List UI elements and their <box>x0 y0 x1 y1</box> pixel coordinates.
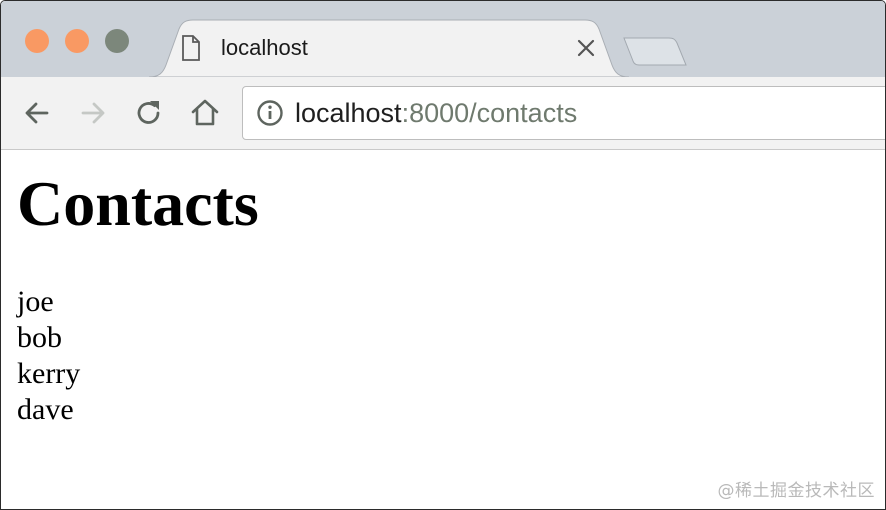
page-content: Contacts joe bob kerry dave @稀土掘金技术社区 <box>1 150 885 509</box>
contact-item: kerry <box>17 357 81 390</box>
page-title: Contacts <box>17 168 259 239</box>
contact-item: joe <box>17 285 54 318</box>
contact-item: bob <box>17 321 62 354</box>
window-minimize-button[interactable] <box>65 29 89 53</box>
browser-window: localhost localhost:8000/contacts Contac… <box>0 0 886 510</box>
back-arrow-icon[interactable] <box>21 97 53 129</box>
forward-arrow-icon[interactable] <box>77 97 109 129</box>
browser-toolbar: localhost:8000/contacts <box>1 77 885 150</box>
window-close-button[interactable] <box>25 29 49 53</box>
tab-strip: localhost <box>1 1 885 77</box>
close-icon[interactable] <box>575 37 597 59</box>
watermark: @稀土掘金技术社区 <box>717 481 875 501</box>
info-icon[interactable] <box>256 99 284 127</box>
tab-localhost[interactable]: localhost <box>149 19 629 77</box>
address-bar[interactable]: localhost:8000/contacts <box>242 86 885 140</box>
contact-list: joe bob kerry dave <box>17 284 80 428</box>
url-host: localhost <box>295 98 402 128</box>
tab-title: localhost <box>221 35 308 60</box>
reload-icon[interactable] <box>133 97 165 129</box>
window-zoom-button[interactable] <box>105 29 129 53</box>
contact-item: dave <box>17 393 74 426</box>
url-path: :8000/contacts <box>401 98 578 128</box>
page-icon <box>182 35 200 61</box>
new-tab-button[interactable] <box>619 37 691 67</box>
address-url[interactable]: localhost:8000/contacts <box>295 97 577 129</box>
home-icon[interactable] <box>189 97 221 129</box>
